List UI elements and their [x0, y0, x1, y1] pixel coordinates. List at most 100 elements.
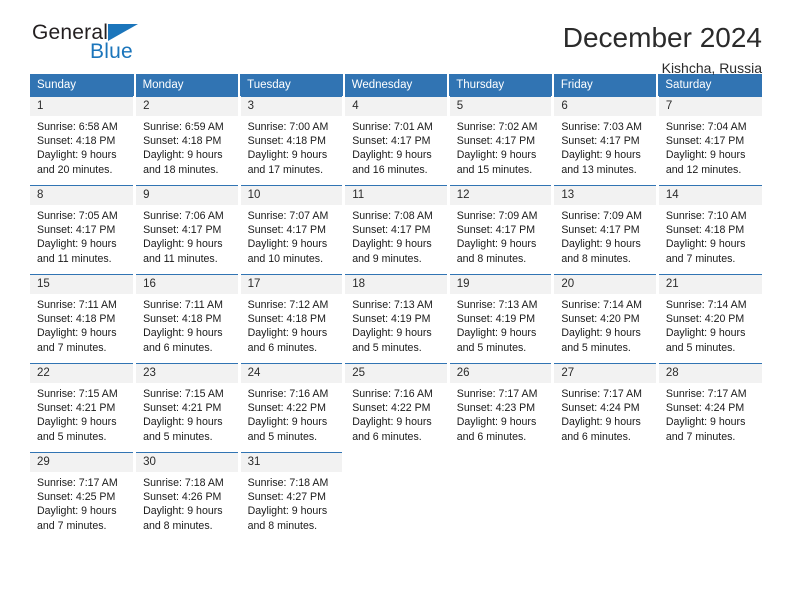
day-details: Sunrise: 7:09 AM Sunset: 4:17 PM Dayligh…: [554, 205, 656, 266]
weekday-header-wednesday: Wednesday: [343, 74, 450, 97]
day-cell[interactable]: 1 Sunrise: 6:58 AM Sunset: 4:18 PM Dayli…: [30, 96, 137, 186]
day-details: Sunrise: 7:11 AM Sunset: 4:18 PM Dayligh…: [136, 294, 238, 355]
day-cell[interactable]: 27 Sunrise: 7:17 AM Sunset: 4:24 PM Dayl…: [552, 363, 659, 453]
day-cell[interactable]: 15 Sunrise: 7:11 AM Sunset: 4:18 PM Dayl…: [30, 274, 137, 364]
sunrise-text: Sunrise: 7:08 AM: [352, 210, 433, 222]
day-number: 25: [345, 364, 447, 383]
day-details: Sunrise: 7:02 AM Sunset: 4:17 PM Dayligh…: [450, 116, 552, 177]
daylight-text-line1: Daylight: 9 hours: [247, 149, 328, 162]
weekday-header-friday: Friday: [552, 74, 659, 97]
daylight-text-line1: Daylight: 9 hours: [247, 505, 328, 518]
day-cell[interactable]: 11 Sunrise: 7:08 AM Sunset: 4:17 PM Dayl…: [343, 185, 450, 275]
daylight-text-line2: and 8 minutes.: [247, 519, 318, 532]
day-cell[interactable]: 10 Sunrise: 7:07 AM Sunset: 4:17 PM Dayl…: [239, 185, 346, 275]
calendar-page: General Blue December 2024 Kishcha, Russ…: [0, 0, 792, 612]
daylight-text-line1: Daylight: 9 hours: [143, 149, 223, 162]
day-number: 7: [658, 97, 762, 116]
day-cell[interactable]: 13 Sunrise: 7:09 AM Sunset: 4:17 PM Dayl…: [552, 185, 659, 275]
day-cell[interactable]: 7 Sunrise: 7:04 AM Sunset: 4:17 PM Dayli…: [657, 96, 762, 186]
day-cell[interactable]: 31 Sunrise: 7:18 AM Sunset: 4:27 PM Dayl…: [239, 452, 346, 542]
day-cell[interactable]: 22 Sunrise: 7:15 AM Sunset: 4:21 PM Dayl…: [30, 363, 137, 453]
daylight-text-line2: and 7 minutes.: [37, 341, 107, 354]
daylight-text-line2: and 7 minutes.: [665, 430, 736, 443]
sunrise-text: Sunrise: 7:17 AM: [456, 388, 538, 400]
sunset-text: Sunset: 4:20 PM: [561, 313, 640, 326]
sunset-text: Sunset: 4:18 PM: [665, 224, 745, 237]
day-details: Sunrise: 7:14 AM Sunset: 4:20 PM Dayligh…: [659, 294, 762, 355]
daylight-text-line2: and 16 minutes.: [352, 163, 428, 176]
weekday-header-thursday: Thursday: [448, 74, 554, 97]
day-details: Sunrise: 7:03 AM Sunset: 4:17 PM Dayligh…: [554, 116, 656, 177]
daylight-text-line1: Daylight: 9 hours: [247, 238, 328, 251]
daylight-text-line2: and 6 minutes.: [352, 430, 422, 443]
day-cell[interactable]: 3 Sunrise: 7:00 AM Sunset: 4:18 PM Dayli…: [239, 96, 346, 186]
sunrise-text: Sunrise: 7:10 AM: [665, 210, 747, 222]
daylight-text-line1: Daylight: 9 hours: [247, 327, 328, 340]
general-blue-logo[interactable]: General Blue: [30, 22, 170, 70]
day-details: Sunrise: 6:59 AM Sunset: 4:18 PM Dayligh…: [136, 116, 238, 177]
day-cell[interactable]: 18 Sunrise: 7:13 AM Sunset: 4:19 PM Dayl…: [343, 274, 450, 364]
day-cell[interactable]: 5 Sunrise: 7:02 AM Sunset: 4:17 PM Dayli…: [448, 96, 555, 186]
day-cell[interactable]: 17 Sunrise: 7:12 AM Sunset: 4:18 PM Dayl…: [239, 274, 346, 364]
sunset-text: Sunset: 4:18 PM: [143, 313, 222, 326]
sunrise-text: Sunrise: 7:05 AM: [37, 210, 118, 222]
daylight-text-line1: Daylight: 9 hours: [456, 416, 537, 429]
day-cell[interactable]: 20 Sunrise: 7:14 AM Sunset: 4:20 PM Dayl…: [552, 274, 659, 364]
day-details: Sunrise: 7:00 AM Sunset: 4:18 PM Dayligh…: [241, 116, 343, 177]
daylight-text-line1: Daylight: 9 hours: [143, 505, 223, 518]
daylight-text-line1: Daylight: 9 hours: [352, 238, 432, 251]
sunset-text: Sunset: 4:18 PM: [37, 313, 116, 326]
day-details: Sunrise: 7:16 AM Sunset: 4:22 PM Dayligh…: [345, 383, 447, 444]
day-cell[interactable]: 24 Sunrise: 7:16 AM Sunset: 4:22 PM Dayl…: [239, 363, 346, 453]
sunset-text: Sunset: 4:19 PM: [456, 313, 536, 326]
daylight-text-line1: Daylight: 9 hours: [665, 327, 746, 340]
day-cell[interactable]: 26 Sunrise: 7:17 AM Sunset: 4:23 PM Dayl…: [448, 363, 555, 453]
day-details: Sunrise: 7:18 AM Sunset: 4:26 PM Dayligh…: [136, 472, 238, 533]
day-cell[interactable]: 6 Sunrise: 7:03 AM Sunset: 4:17 PM Dayli…: [552, 96, 659, 186]
sunrise-text: Sunrise: 7:18 AM: [247, 477, 329, 489]
day-cell[interactable]: 19 Sunrise: 7:13 AM Sunset: 4:19 PM Dayl…: [448, 274, 555, 364]
daylight-text-line1: Daylight: 9 hours: [352, 327, 432, 340]
day-number: 27: [554, 364, 656, 383]
day-cell[interactable]: 2 Sunrise: 6:59 AM Sunset: 4:18 PM Dayli…: [134, 96, 241, 186]
daylight-text-line2: and 8 minutes.: [456, 252, 527, 265]
page-header: General Blue December 2024 Kishcha, Russ…: [30, 0, 762, 77]
sunrise-text: Sunrise: 7:16 AM: [247, 388, 329, 400]
day-cell[interactable]: 28 Sunrise: 7:17 AM Sunset: 4:24 PM Dayl…: [657, 363, 762, 453]
day-cell[interactable]: 12 Sunrise: 7:09 AM Sunset: 4:17 PM Dayl…: [448, 185, 555, 275]
day-number: 24: [240, 364, 343, 383]
daylight-text-line2: and 5 minutes.: [37, 430, 107, 443]
day-cell[interactable]: 14 Sunrise: 7:10 AM Sunset: 4:18 PM Dayl…: [657, 185, 762, 275]
sunset-text: Sunset: 4:18 PM: [247, 313, 326, 326]
daylight-text-line2: and 6 minutes.: [143, 341, 213, 354]
day-cell[interactable]: 30 Sunrise: 7:18 AM Sunset: 4:26 PM Dayl…: [134, 452, 241, 542]
day-number: 20: [554, 275, 656, 294]
weekday-header-monday: Monday: [134, 74, 241, 97]
daylight-text-line2: and 18 minutes.: [143, 163, 219, 176]
day-number: 16: [136, 275, 238, 294]
daylight-text-line1: Daylight: 9 hours: [665, 149, 746, 162]
daylight-text-line2: and 5 minutes.: [247, 430, 318, 443]
day-cell[interactable]: 8 Sunrise: 7:05 AM Sunset: 4:17 PM Dayli…: [30, 185, 137, 275]
day-number: 12: [449, 186, 552, 205]
daylight-text-line2: and 6 minutes.: [456, 430, 527, 443]
day-cell[interactable]: 9 Sunrise: 7:06 AM Sunset: 4:17 PM Dayli…: [134, 185, 241, 275]
day-cell[interactable]: 29 Sunrise: 7:17 AM Sunset: 4:25 PM Dayl…: [30, 452, 137, 542]
day-cell[interactable]: 16 Sunrise: 7:11 AM Sunset: 4:18 PM Dayl…: [134, 274, 241, 364]
day-cell[interactable]: 25 Sunrise: 7:16 AM Sunset: 4:22 PM Dayl…: [343, 363, 450, 453]
day-cell[interactable]: 4 Sunrise: 7:01 AM Sunset: 4:17 PM Dayli…: [343, 96, 450, 186]
day-cell[interactable]: 23 Sunrise: 7:15 AM Sunset: 4:21 PM Dayl…: [134, 363, 241, 453]
daylight-text-line2: and 6 minutes.: [561, 430, 631, 443]
daylight-text-line1: Daylight: 9 hours: [352, 416, 432, 429]
daylight-text-line2: and 8 minutes.: [143, 519, 213, 532]
daylight-text-line1: Daylight: 9 hours: [352, 149, 432, 162]
week-row: 8 Sunrise: 7:05 AM Sunset: 4:17 PM Dayli…: [30, 185, 762, 275]
day-details: Sunrise: 7:17 AM Sunset: 4:23 PM Dayligh…: [450, 383, 552, 444]
sunset-text: Sunset: 4:17 PM: [352, 135, 431, 148]
sunrise-text: Sunrise: 7:01 AM: [352, 121, 433, 133]
sunrise-text: Sunrise: 7:15 AM: [37, 388, 118, 400]
sunset-text: Sunset: 4:21 PM: [143, 402, 222, 415]
daylight-text-line2: and 12 minutes.: [665, 163, 742, 176]
day-cell[interactable]: 21 Sunrise: 7:14 AM Sunset: 4:20 PM Dayl…: [657, 274, 762, 364]
daylight-text-line2: and 5 minutes.: [456, 341, 527, 354]
